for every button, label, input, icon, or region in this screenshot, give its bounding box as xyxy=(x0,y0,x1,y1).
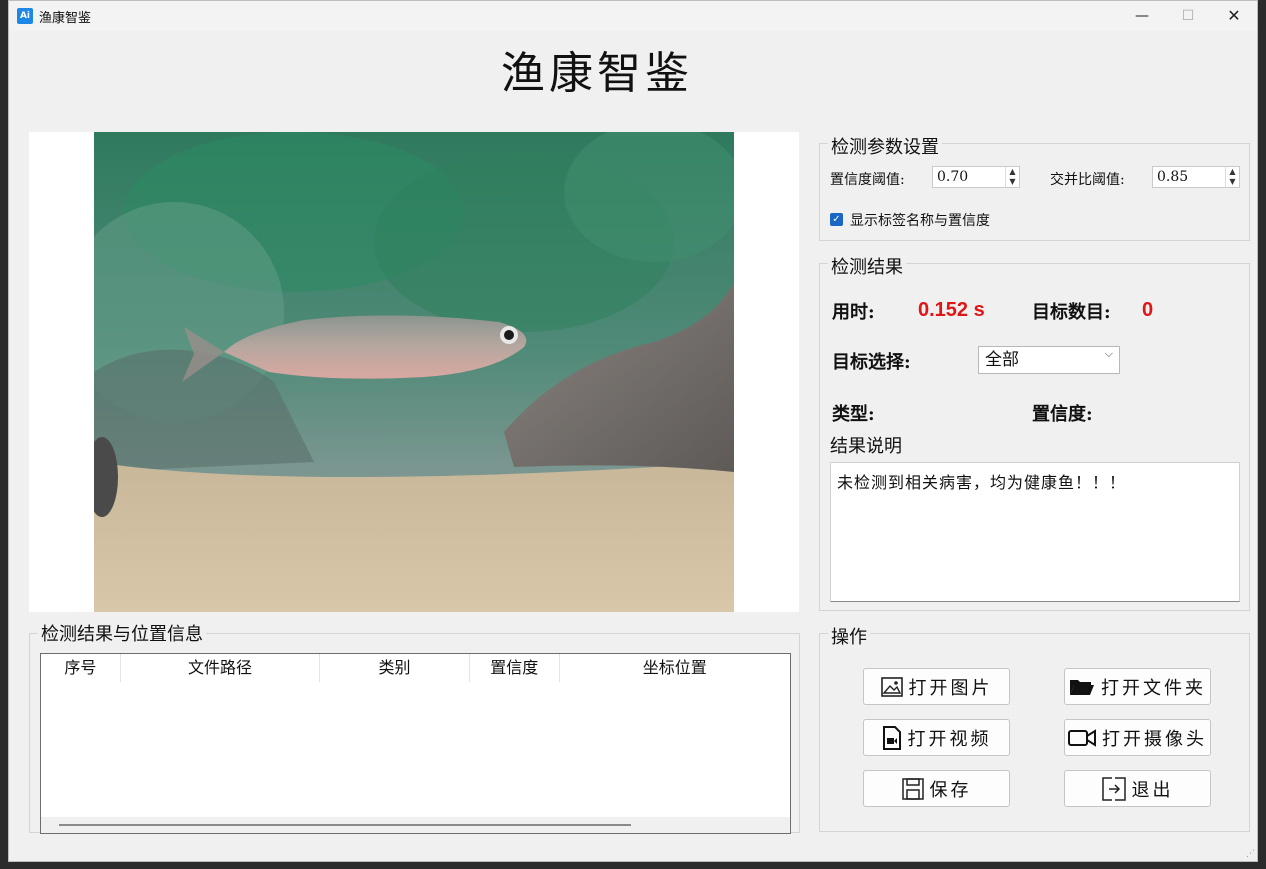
show-labels-checkbox[interactable]: ✓ xyxy=(830,213,843,226)
window-title: 渔康智鉴 xyxy=(39,11,92,26)
close-button[interactable]: ✕ xyxy=(1211,1,1257,31)
operations-group: 操作 打开图片 打开文件夹 打开视频 打开摄像头 保存 退出 xyxy=(819,623,1250,832)
detection-params-group: 检测参数设置 置信度阈值: 0.70 ▲ ▼ 交并比阈值: 0.85 ▲ ▼ ✓ 显… xyxy=(819,133,1250,241)
confidence-label: 置信度: xyxy=(1032,404,1093,425)
scrollbar-thumb[interactable] xyxy=(59,824,631,826)
open-camera-button[interactable]: 打开摄像头 xyxy=(1064,719,1211,756)
confidence-threshold-spinbox[interactable]: 0.70 ▲ ▼ xyxy=(932,166,1020,188)
description-textarea[interactable]: 未检测到相关病害，均为健康鱼！！！ xyxy=(830,462,1240,602)
type-label: 类型: xyxy=(832,404,875,425)
iou-threshold-spinbox[interactable]: 0.85 ▲ ▼ xyxy=(1152,166,1240,188)
page-title: 渔康智鉴 xyxy=(501,48,693,99)
save-button[interactable]: 保存 xyxy=(863,770,1010,807)
target-count-label: 目标数目: xyxy=(1032,302,1111,323)
app-icon: Ai xyxy=(17,8,33,24)
column-header-category[interactable]: 类别 xyxy=(320,654,470,682)
column-header-confidence[interactable]: 置信度 xyxy=(470,654,560,682)
fish-photo xyxy=(94,132,734,612)
show-labels-label: 显示标签名称与置信度 xyxy=(850,213,990,229)
description-title: 结果说明 xyxy=(830,436,902,457)
folder-icon xyxy=(1070,679,1094,695)
exit-label: 退出 xyxy=(1131,779,1174,801)
camera-icon xyxy=(1068,728,1096,747)
resize-grip-icon[interactable]: ⋰ xyxy=(1246,849,1255,859)
open-image-button[interactable]: 打开图片 xyxy=(863,668,1010,705)
minimize-button[interactable]: — xyxy=(1119,1,1165,31)
open-video-button[interactable]: 打开视频 xyxy=(863,719,1010,756)
results-table[interactable]: 序号 文件路径 类别 置信度 坐标位置 xyxy=(40,653,791,834)
results-table-title: 检测结果与位置信息 xyxy=(38,620,206,646)
time-label: 用时: xyxy=(832,302,875,323)
target-select-dropdown[interactable]: 全部 ⌵ xyxy=(978,346,1120,374)
params-title: 检测参数设置 xyxy=(828,133,942,159)
ops-title: 操作 xyxy=(828,623,870,649)
maximize-button[interactable]: ☐ xyxy=(1165,1,1211,31)
spin-arrows-icon[interactable]: ▲ ▼ xyxy=(1005,167,1019,187)
confidence-threshold-label: 置信度阈值: xyxy=(830,172,905,188)
title-bar[interactable]: Ai 渔康智鉴 — ☐ ✕ xyxy=(9,1,1257,31)
table-header: 序号 文件路径 类别 置信度 坐标位置 xyxy=(41,654,790,682)
image-icon xyxy=(880,676,903,697)
confidence-threshold-value: 0.70 xyxy=(937,169,969,185)
target-select-label: 目标选择: xyxy=(832,352,911,373)
target-count-value: 0 xyxy=(1142,299,1154,321)
exit-icon xyxy=(1101,776,1126,801)
save-label: 保存 xyxy=(929,779,972,801)
open-folder-label: 打开文件夹 xyxy=(1101,677,1206,699)
column-header-index[interactable]: 序号 xyxy=(41,654,121,682)
video-file-icon xyxy=(882,725,901,750)
iou-threshold-value: 0.85 xyxy=(1157,169,1189,185)
results-title: 检测结果 xyxy=(828,253,906,279)
spin-arrows-icon[interactable]: ▲ ▼ xyxy=(1225,167,1239,187)
results-table-group: 检测结果与位置信息 序号 文件路径 类别 置信度 坐标位置 xyxy=(29,620,800,834)
column-header-file-path[interactable]: 文件路径 xyxy=(121,654,321,682)
image-display-panel xyxy=(29,132,799,612)
detection-results-group: 检测结果 用时: 0.152 s 目标数目: 0 目标选择: 全部 ⌵ 类型: … xyxy=(819,253,1250,611)
horizontal-scrollbar[interactable] xyxy=(41,817,790,833)
open-folder-button[interactable]: 打开文件夹 xyxy=(1064,668,1211,705)
open-image-label: 打开图片 xyxy=(908,677,993,699)
chevron-down-icon: ⌵ xyxy=(1104,347,1113,360)
open-camera-label: 打开摄像头 xyxy=(1102,728,1207,750)
time-value: 0.152 s xyxy=(918,299,985,321)
exit-button[interactable]: 退出 xyxy=(1064,770,1211,807)
open-video-label: 打开视频 xyxy=(907,728,992,750)
target-select-value: 全部 xyxy=(985,350,1019,370)
app-window: Ai 渔康智鉴 — ☐ ✕ 渔康智鉴 检测结果与位置信息 序号 文件路径 类别 … xyxy=(8,0,1258,862)
iou-threshold-label: 交并比阈值: xyxy=(1050,172,1125,188)
column-header-coordinates[interactable]: 坐标位置 xyxy=(560,654,790,682)
save-icon xyxy=(901,777,924,800)
